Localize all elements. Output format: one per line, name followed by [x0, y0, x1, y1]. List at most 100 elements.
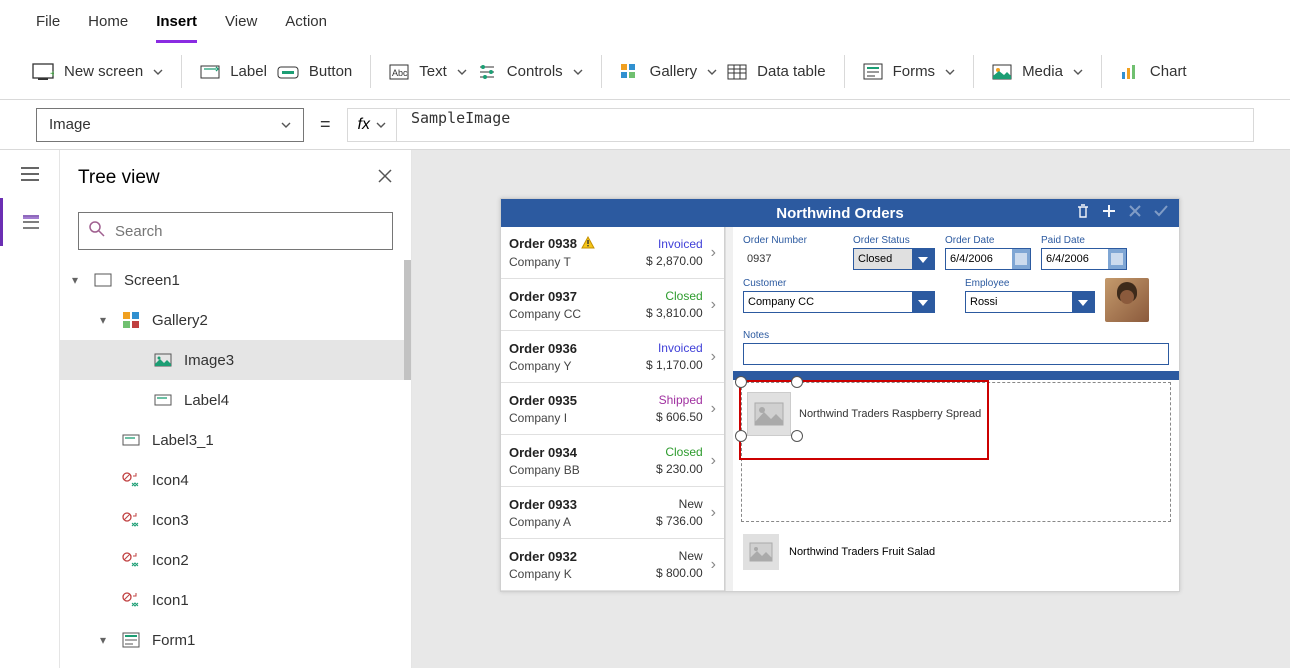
button-label: Button [309, 63, 352, 80]
order-row[interactable]: Order 0933 Company A New $ 736.00 › [501, 487, 724, 539]
label-icon [120, 433, 142, 447]
list-scrollbar[interactable] [725, 227, 733, 591]
treeview-tab[interactable] [0, 198, 59, 246]
order-company: Company I [509, 411, 577, 425]
tree-node-label3-1[interactable]: Label3_1 [60, 420, 411, 460]
order-amount: $ 606.50 [656, 410, 703, 424]
canvas[interactable]: Northwind Orders Order 0938 Company T In… [412, 150, 1290, 668]
hamburger-button[interactable] [0, 150, 59, 198]
check-icon[interactable] [1153, 203, 1169, 223]
tree-node-icon2[interactable]: Icon2 [60, 540, 411, 580]
chevron-down-icon [153, 67, 163, 77]
order-row[interactable]: Order 0936 Company Y Invoiced $ 1,170.00… [501, 331, 724, 383]
image-placeholder[interactable] [747, 392, 791, 436]
new-screen-label: New screen [64, 63, 143, 80]
tree-node-icon1[interactable]: Icon1 [60, 580, 411, 620]
order-number: Order 0935 [509, 393, 577, 408]
trash-icon[interactable] [1075, 203, 1091, 223]
data-table-button[interactable]: Data table [727, 63, 825, 80]
property-selector[interactable]: Image [36, 108, 304, 142]
order-row[interactable]: Order 0938 Company T Invoiced $ 2,870.00… [501, 227, 724, 279]
chevron-right-icon: › [711, 400, 716, 418]
order-company: Company Y [509, 359, 577, 373]
order-list: Order 0938 Company T Invoiced $ 2,870.00… [501, 227, 725, 591]
forms-button[interactable]: Forms [863, 63, 956, 81]
menu-home[interactable]: Home [88, 13, 128, 30]
chart-label: Chart [1150, 63, 1187, 80]
forms-label: Forms [893, 63, 936, 80]
paid-date-input[interactable]: 6/4/2006 [1041, 248, 1127, 270]
image-selection[interactable]: Northwind Traders Raspberry Spread [739, 380, 989, 460]
text-button[interactable]: Abc Text [389, 63, 467, 80]
chart-button[interactable]: Chart [1120, 63, 1187, 80]
label-button[interactable]: Label [200, 63, 267, 81]
chevron-down-icon [457, 67, 467, 77]
gallery-label: Gallery [650, 63, 698, 80]
order-status: Closed [665, 289, 702, 303]
order-row[interactable]: Order 0935 Company I Shipped $ 606.50 › [501, 383, 724, 435]
order-status: Invoiced [658, 341, 703, 355]
menu-action[interactable]: Action [285, 13, 327, 30]
employee-selector[interactable]: Rossi [965, 291, 1095, 313]
tree-label: Gallery2 [152, 312, 208, 329]
close-icon[interactable] [377, 168, 393, 189]
label-icon [152, 393, 174, 407]
app-title: Northwind Orders [776, 205, 904, 222]
order-row[interactable]: Order 0937 Company CC Closed $ 3,810.00 … [501, 279, 724, 331]
tree-label: Icon4 [152, 472, 189, 489]
ribbon: + New screen Label Button Abc Text Contr… [0, 44, 1290, 100]
icon-glyph-icon [120, 512, 142, 528]
tree-node-image3[interactable]: Image3 [60, 340, 411, 380]
search-input[interactable] [78, 212, 393, 250]
tree-node-gallery2[interactable]: ▾ Gallery2 [60, 300, 411, 340]
search-icon [89, 221, 105, 242]
tree-label: Label3_1 [152, 432, 214, 449]
resize-handle[interactable] [735, 376, 747, 388]
order-amount: $ 2,870.00 [646, 254, 703, 268]
employee-value: Rossi [970, 296, 998, 308]
formula-input[interactable]: SampleImage [397, 108, 1254, 142]
menu-insert[interactable]: Insert [156, 13, 197, 43]
fx-dropdown[interactable]: fx [347, 108, 397, 142]
order-status: New [679, 497, 703, 511]
new-screen-button[interactable]: + New screen [32, 63, 163, 81]
tree-label: Screen1 [124, 272, 180, 289]
resize-handle[interactable] [791, 376, 803, 388]
order-row[interactable]: Order 0934 Company BB Closed $ 230.00 › [501, 435, 724, 487]
search-field[interactable] [115, 223, 382, 240]
notes-input[interactable] [743, 343, 1169, 365]
chevron-down-icon [281, 120, 291, 130]
app-title-bar: Northwind Orders [501, 199, 1179, 227]
tree-node-icon3[interactable]: Icon3 [60, 500, 411, 540]
gallery-button[interactable]: Gallery [620, 63, 718, 81]
menu-file[interactable]: File [36, 13, 60, 30]
menu-bar: File Home Insert View Action [0, 0, 1290, 44]
media-icon [992, 64, 1012, 80]
order-status-selector[interactable]: Closed [853, 248, 935, 270]
resize-handle[interactable] [791, 430, 803, 442]
chevron-down-icon [707, 67, 717, 77]
tree-node-icon4[interactable]: Icon4 [60, 460, 411, 500]
controls-button[interactable]: Controls [477, 63, 583, 81]
button-button[interactable]: Button [277, 63, 352, 81]
tree-node-label4[interactable]: Label4 [60, 380, 411, 420]
order-date-input[interactable]: 6/4/2006 [945, 248, 1031, 270]
placeholder-image-icon [754, 402, 784, 426]
label-icon [200, 63, 220, 81]
order-row[interactable]: Order 0932 Company K New $ 800.00 › [501, 539, 724, 591]
resize-handle[interactable] [735, 430, 747, 442]
plus-icon[interactable] [1101, 203, 1117, 223]
image-placeholder [743, 534, 779, 570]
customer-selector[interactable]: Company CC [743, 291, 935, 313]
list-item[interactable]: Northwind Traders Fruit Salad [743, 528, 1169, 576]
gallery-template[interactable]: Northwind Traders Raspberry Spread [741, 382, 1171, 522]
order-status-value: Closed [858, 253, 892, 265]
tree-node-screen1[interactable]: ▾ Screen1 [60, 260, 411, 300]
scrollbar[interactable] [404, 260, 411, 380]
tree-node-form1[interactable]: ▾ Form1 [60, 620, 411, 660]
customer-label: Customer [743, 278, 935, 289]
menu-view[interactable]: View [225, 13, 257, 30]
cancel-icon[interactable] [1127, 203, 1143, 223]
media-button[interactable]: Media [992, 63, 1083, 80]
chevron-down-icon [573, 67, 583, 77]
